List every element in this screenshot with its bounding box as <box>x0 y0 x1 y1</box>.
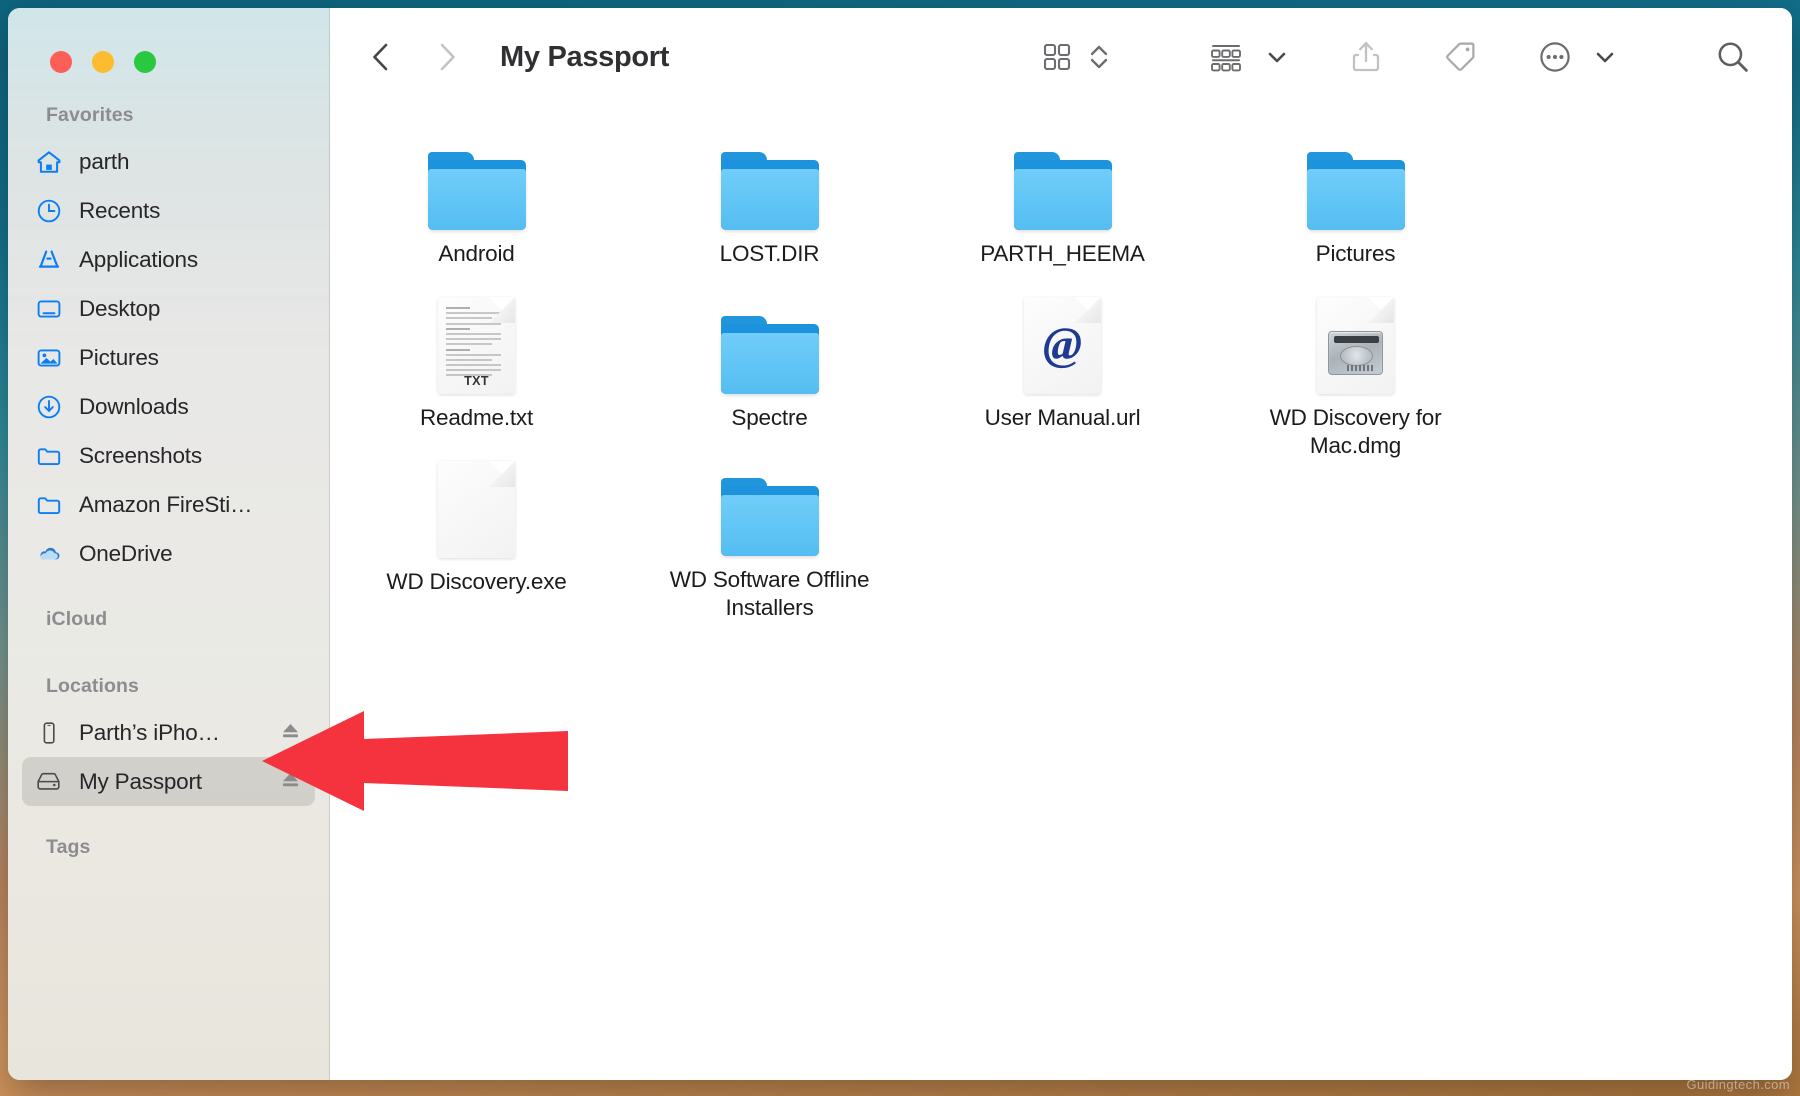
file-name: PARTH_HEEMA <box>980 241 1145 266</box>
file-item[interactable]: Spectre <box>623 294 916 458</box>
sidebar-item-label: Downloads <box>79 393 189 419</box>
file-item[interactable]: PARTH_HEEMA <box>916 130 1209 294</box>
group-by-chevron-icon[interactable] <box>1250 30 1296 84</box>
home-icon <box>35 148 62 175</box>
search-button[interactable] <box>1708 30 1758 84</box>
file-grid-area[interactable]: Android LOST.DIR PARTH_HEEMA Pictures TX… <box>330 106 1792 1080</box>
folder-icon <box>35 491 62 518</box>
view-stepper-button[interactable] <box>1080 30 1118 84</box>
sidebar: Favorites parth Recents Applications Des… <box>8 8 330 1080</box>
zoom-button[interactable] <box>134 51 156 73</box>
external-drive-icon <box>35 768 62 795</box>
sidebar-icloud-empty <box>8 641 329 675</box>
clock-icon <box>35 197 62 224</box>
file-item[interactable]: LOST.DIR <box>623 130 916 294</box>
sidebar-item-recents[interactable]: Recents <box>22 186 315 235</box>
sidebar-item-desktop[interactable]: Desktop <box>22 284 315 333</box>
file-grid: Android LOST.DIR PARTH_HEEMA Pictures TX… <box>330 130 1792 622</box>
sidebar-item-onedrive[interactable]: OneDrive <box>22 529 315 578</box>
sidebar-item-my-passport[interactable]: My Passport <box>22 757 315 806</box>
cloud-icon <box>35 540 62 567</box>
downloads-icon <box>35 393 62 420</box>
more-actions-button[interactable] <box>1530 30 1580 84</box>
group-by-button[interactable] <box>1202 30 1250 84</box>
sidebar-item-label: parth <box>79 148 130 174</box>
folder-icon <box>427 134 526 230</box>
back-button[interactable] <box>356 31 408 83</box>
sidebar-item-label: Applications <box>79 246 198 272</box>
sidebar-item-parth[interactable]: parth <box>22 137 315 186</box>
toolbar: My Passport <box>330 8 1792 106</box>
forward-button[interactable] <box>420 31 472 83</box>
file-item[interactable]: WD Software Offline Installers <box>623 458 916 622</box>
blank-document-icon <box>438 461 515 558</box>
folder-icon <box>720 462 819 556</box>
sidebar-heading-favorites: Favorites <box>46 104 134 126</box>
sidebar-item-screenshots[interactable]: Screenshots <box>22 431 315 480</box>
file-item[interactable]: @ User Manual.url <box>916 294 1209 458</box>
iphone-icon <box>35 719 62 746</box>
sidebar-item-amazon-firestick[interactable]: Amazon FireSti… <box>22 480 315 529</box>
sidebar-item-label: Desktop <box>79 295 161 321</box>
window-controls <box>50 51 156 73</box>
url-document-icon: @ <box>1024 297 1101 394</box>
file-item[interactable]: Pictures <box>1209 130 1502 294</box>
applications-icon <box>35 246 62 273</box>
share-button[interactable] <box>1342 30 1390 84</box>
folder-icon <box>35 442 62 469</box>
sidebar-item-parths-iphone[interactable]: Parth’s iPho… <box>22 708 315 757</box>
eject-icon[interactable] <box>279 768 302 796</box>
sidebar-item-label: Amazon FireSti… <box>79 491 253 517</box>
close-button[interactable] <box>50 51 72 73</box>
sidebar-item-label: OneDrive <box>79 540 173 566</box>
sidebar-heading-locations: Locations <box>46 675 139 697</box>
folder-icon <box>1013 134 1112 230</box>
watermark: Guidingtech.com <box>1686 1077 1790 1092</box>
file-item[interactable]: TXT Readme.txt <box>330 294 623 458</box>
main-pane: My Passport Android LOST.DIR PARTH_HEEMA… <box>330 8 1792 1080</box>
sidebar-item-pictures[interactable]: Pictures <box>22 333 315 382</box>
page-title: My Passport <box>500 40 670 73</box>
file-name: WD Software Offline Installers <box>669 566 870 620</box>
file-extension-badge: TXT <box>464 374 489 388</box>
sidebar-item-label: Pictures <box>79 344 159 370</box>
file-item[interactable]: WD Discovery.exe <box>330 458 623 622</box>
file-name: WD Discovery.exe <box>386 569 567 594</box>
sidebar-item-applications[interactable]: Applications <box>22 235 315 284</box>
icon-view-button[interactable] <box>1034 30 1080 84</box>
sidebar-heading-tags: Tags <box>46 836 91 858</box>
file-name: Android <box>438 241 515 266</box>
sidebar-item-label: Screenshots <box>79 442 202 468</box>
sidebar-item-label: My Passport <box>79 768 202 794</box>
file-name: LOST.DIR <box>719 241 820 266</box>
finder-window: Favorites parth Recents Applications Des… <box>8 8 1792 1080</box>
folder-icon <box>1306 134 1405 230</box>
file-name: Readme.txt <box>419 405 534 430</box>
text-document-icon: TXT <box>438 297 515 394</box>
file-item[interactable]: Android <box>330 130 623 294</box>
more-chevron-icon[interactable] <box>1580 30 1624 84</box>
sidebar-scroll[interactable]: Favorites parth Recents Applications Des… <box>8 8 329 869</box>
desktop-icon <box>35 295 62 322</box>
file-name: Spectre <box>731 405 808 430</box>
sidebar-item-label: Parth’s iPho… <box>79 719 220 745</box>
eject-icon[interactable] <box>279 719 302 747</box>
minimize-button[interactable] <box>92 51 114 73</box>
file-name: WD Discovery for Mac.dmg <box>1269 405 1442 459</box>
sidebar-heading-icloud: iCloud <box>46 608 108 630</box>
pictures-icon <box>35 344 62 371</box>
folder-icon <box>720 134 819 230</box>
sidebar-item-downloads[interactable]: Downloads <box>22 382 315 431</box>
disk-image-icon <box>1317 297 1394 394</box>
tag-button[interactable] <box>1436 30 1484 84</box>
file-item[interactable]: WD Discovery for Mac.dmg <box>1209 294 1502 458</box>
at-symbol: @ <box>1042 317 1083 370</box>
sidebar-item-label: Recents <box>79 197 161 223</box>
file-name: Pictures <box>1315 241 1396 266</box>
folder-icon <box>720 298 819 394</box>
file-name: User Manual.url <box>984 405 1141 430</box>
